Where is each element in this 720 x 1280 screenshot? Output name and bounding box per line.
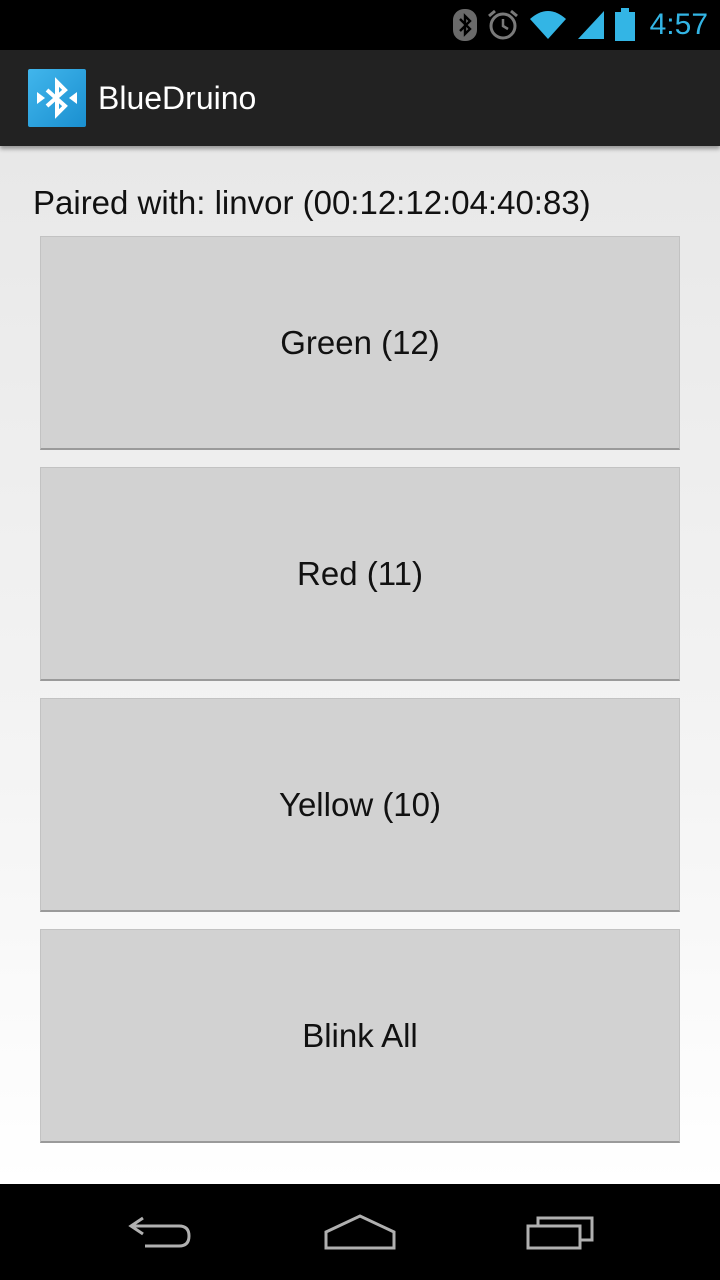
- navigation-bar: [0, 1184, 720, 1280]
- green-button[interactable]: Green (12): [40, 236, 680, 450]
- status-bar: 4:57: [0, 0, 720, 50]
- blink-all-button[interactable]: Blink All: [40, 929, 680, 1143]
- paired-status-text: Paired with: linvor (00:12:12:04:40:83): [33, 184, 591, 221]
- bluetooth-icon: [452, 0, 478, 50]
- app-title: BlueDruino: [98, 79, 257, 116]
- bluetooth-app-icon[interactable]: [28, 69, 86, 127]
- back-icon[interactable]: [100, 1202, 220, 1262]
- alarm-icon: [486, 0, 520, 50]
- signal-icon: [576, 0, 606, 50]
- recent-apps-icon[interactable]: [500, 1202, 620, 1262]
- wifi-icon: [528, 0, 568, 50]
- yellow-button[interactable]: Yellow (10): [40, 698, 680, 912]
- status-time: 4:57: [649, 8, 708, 41]
- home-icon[interactable]: [300, 1202, 420, 1262]
- main-content: Paired with: linvor (00:12:12:04:40:83) …: [0, 146, 720, 1184]
- red-button[interactable]: Red (11): [40, 467, 680, 681]
- battery-icon: [614, 0, 636, 50]
- action-bar: BlueDruino: [0, 50, 720, 146]
